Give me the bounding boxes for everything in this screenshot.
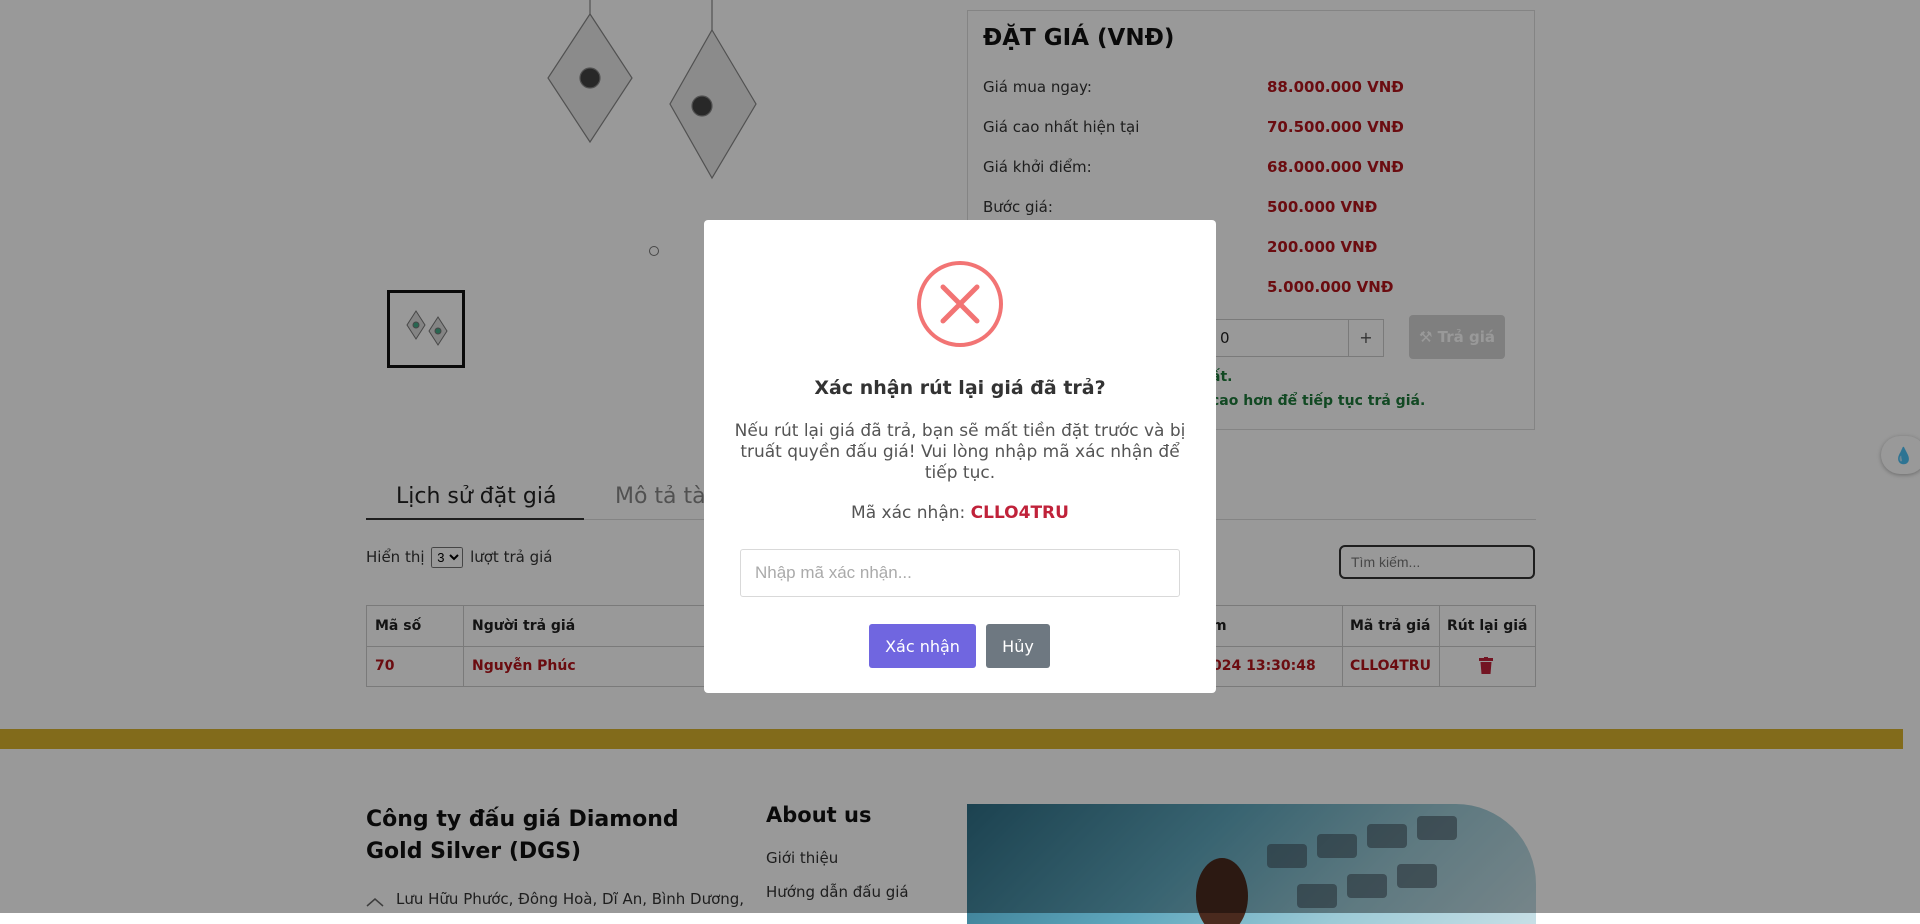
withdraw-bid-dialog: Xác nhận rút lại giá đã trả? Nếu rút lại… [704, 220, 1216, 693]
error-x-icon [917, 261, 1003, 347]
confirmation-code-line: Mã xác nhận: CLLO4TRU [704, 503, 1216, 523]
confirmation-code-value: CLLO4TRU [970, 503, 1069, 523]
confirmation-code-label: Mã xác nhận: [851, 503, 966, 523]
dialog-message: Nếu rút lại giá đã trả, bạn sẽ mất tiền … [734, 421, 1186, 483]
cancel-button[interactable]: Hủy [986, 624, 1050, 668]
dialog-title: Xác nhận rút lại giá đã trả? [814, 377, 1106, 399]
confirm-button[interactable]: Xác nhận [869, 624, 976, 668]
confirmation-code-input[interactable] [740, 549, 1180, 597]
